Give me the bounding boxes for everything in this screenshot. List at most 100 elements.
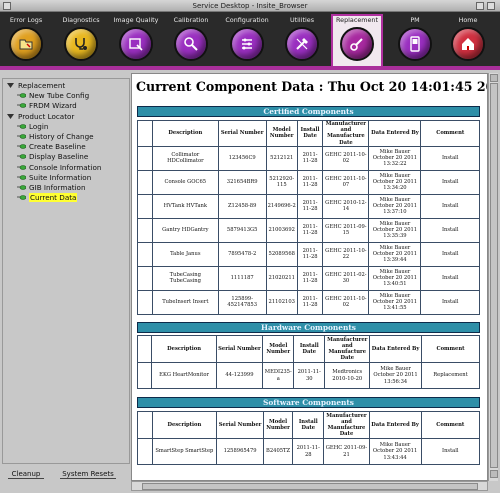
column-header: Data Entered By <box>368 411 422 439</box>
table-row[interactable]: Collimator HDCollimator 123456C9 5212121 20… <box>137 145 480 171</box>
row-select-cell[interactable] <box>136 362 153 389</box>
row-select-cell[interactable] <box>137 217 153 243</box>
column-header: Data Entered By <box>369 335 422 363</box>
table-cell: 2149696-2 <box>265 193 298 219</box>
leaf-icon <box>17 164 27 171</box>
replacement-icon <box>340 27 374 61</box>
column-header: Comment <box>420 411 481 439</box>
row-select-cell[interactable] <box>137 265 153 291</box>
cleanup-button[interactable]: Cleanup <box>8 469 44 479</box>
row-select-cell[interactable] <box>137 438 153 465</box>
table-row[interactable]: HVTank HVTank Z12458-89 2149696-2 2011-11-2… <box>137 193 480 219</box>
table-cell: Mike Bauer October 20 2011 13:39:44 <box>368 241 422 267</box>
table-row[interactable]: EKG HeartMonitor 44-123999 MEDI235-a 2011-1… <box>136 362 481 389</box>
content-vertical-scrollbar[interactable] <box>488 73 498 481</box>
leaf-icon <box>17 194 27 201</box>
table-cell: GEHC 2011-02-30 <box>322 265 370 291</box>
tree-item-new-tube-config[interactable]: New Tube Config <box>3 91 129 101</box>
tree-item-frdm-wizard[interactable]: FRDM Wizard <box>3 101 129 111</box>
table-cell: Mike Bauer October 20 2011 13:40:51 <box>368 265 422 291</box>
tree-item-replacement[interactable]: Replacement <box>3 81 129 91</box>
column-header: Description <box>151 120 219 147</box>
toolbar-pm-button[interactable]: PM <box>389 16 441 66</box>
toolbar-error-logs-label: Error Logs <box>9 16 43 24</box>
table-row[interactable]: SmartStep SmartStep 1258965479 B2405TZ 2011… <box>137 438 481 465</box>
table-cell: GEHC 2010-12-14 <box>322 193 370 219</box>
window-menu-button[interactable] <box>3 2 11 10</box>
table-cell: TubeCasing TubeCasing <box>151 265 219 291</box>
content-horizontal-scrollbar[interactable] <box>131 481 488 491</box>
table-row[interactable]: Console GOC65 321654BR9 5212920-115 2011-11… <box>137 169 480 195</box>
calibration-icon <box>174 27 208 61</box>
toolbar-home-label: Home <box>458 16 478 24</box>
table-cell: 5879413G5 <box>217 217 267 243</box>
tree-item-console-information[interactable]: Console Information <box>3 163 129 173</box>
maximize-button[interactable] <box>487 2 495 10</box>
table-cell: 125899-452147853 <box>217 289 267 315</box>
horizontal-scroll-thumb[interactable] <box>142 483 478 490</box>
table-row[interactable]: Gantry HDGantry 5879413G5 21003692 2011-11-… <box>137 217 480 243</box>
table-cell: Medtronics 2010-10-20 <box>324 362 371 389</box>
vertical-scroll-thumb[interactable] <box>490 83 498 468</box>
window-title: Service Desktop - Insite_Browser <box>192 2 308 10</box>
toolbar-configuration-button[interactable]: Configuration <box>221 16 273 66</box>
table-cell: 5212920-115 <box>265 169 298 195</box>
expand-toggle-icon[interactable] <box>6 82 15 89</box>
select-column-header <box>137 411 153 439</box>
tree-item-label: Login <box>29 121 49 131</box>
table-cell: Mike Bauer October 20 2011 13:41:55 <box>368 289 422 315</box>
row-select-cell[interactable] <box>137 193 153 219</box>
toolbar-utilities-button[interactable]: Utilities <box>276 16 328 66</box>
tree-item-product-locator[interactable]: Product Locator <box>3 112 129 122</box>
table-row[interactable]: TubeCasing TubeCasing 1111187 21020211 2011… <box>137 265 480 291</box>
toolbar-replacement-button[interactable]: Replacement <box>331 14 383 70</box>
toolbar-image-quality-button[interactable]: Image Quality <box>110 16 162 66</box>
tree-item-suite-information[interactable]: Suite Information <box>3 173 129 183</box>
tree-item-current-data[interactable]: Current Data <box>3 193 129 203</box>
row-select-cell[interactable] <box>137 241 153 267</box>
minimize-button[interactable] <box>476 2 484 10</box>
leaf-icon <box>17 184 27 191</box>
row-select-cell[interactable] <box>137 169 153 195</box>
table-cell: 1111187 <box>217 265 267 291</box>
tree-item-create-baseline[interactable]: Create Baseline <box>3 142 129 152</box>
column-header: Install Date <box>293 335 326 363</box>
navigation-tree: Replacement New Tube Config FRDM Wizard Pro… <box>3 81 129 203</box>
tree-item-history-of-change[interactable]: History of Change <box>3 132 129 142</box>
table-header-row: Description Serial Number Model Number Inst… <box>137 411 481 439</box>
toolbar-error-logs-button[interactable]: Error Logs <box>0 16 52 66</box>
table-cell: Mike Bauer October 20 2011 13:32:22 <box>368 145 422 171</box>
table-cell: 44-123999 <box>215 362 264 389</box>
tree-item-display-baseline[interactable]: Display Baseline <box>3 152 129 162</box>
system-resets-button[interactable]: System Resets <box>60 469 116 479</box>
scroll-up-arrow[interactable] <box>490 74 498 82</box>
table-cell: Install <box>420 193 480 219</box>
leaf-icon <box>17 92 27 99</box>
table-cell: HVTank HVTank <box>151 193 219 219</box>
column-header: Model Number <box>262 335 295 363</box>
row-select-cell[interactable] <box>137 289 153 315</box>
toolbar-calibration-button[interactable]: Calibration <box>165 16 217 66</box>
table-cell: 2011-11-28 <box>292 438 325 465</box>
toolbar-pm-label: PM <box>410 16 420 24</box>
toolbar-image-quality-label: Image Quality <box>113 16 159 24</box>
software-components-heading: Software Components <box>137 397 480 408</box>
certified-components-heading: Certified Components <box>137 106 480 117</box>
tools-icon <box>285 27 319 61</box>
tree-item-login[interactable]: Login <box>3 121 129 132</box>
table-row[interactable]: Table Janus 7895478-2 52089568 2011-11-28 GE… <box>137 241 480 267</box>
table-cell: 2011-11-30 <box>293 362 326 389</box>
table-cell: 2011-11-28 <box>296 241 324 267</box>
table-cell: 2011-11-28 <box>296 193 324 219</box>
expand-toggle-icon[interactable] <box>6 113 15 120</box>
scroll-down-arrow[interactable] <box>490 470 498 478</box>
table-row[interactable]: TubeInsert Insert 125899-452147853 2110210… <box>137 289 480 315</box>
table-cell: Mike Bauer October 20 2011 13:34:20 <box>368 169 422 195</box>
tree-item-gib-information[interactable]: GIB Information <box>3 183 129 193</box>
toolbar-home-button[interactable]: Home <box>442 16 494 66</box>
software-components-table: Description Serial Number Model Number Inst… <box>137 411 481 465</box>
table-cell: Replacement <box>420 362 481 389</box>
row-select-cell[interactable] <box>137 145 153 171</box>
toolbar-diagnostics-button[interactable]: Diagnostics <box>55 16 107 66</box>
table-cell: B2405TZ <box>263 438 294 465</box>
